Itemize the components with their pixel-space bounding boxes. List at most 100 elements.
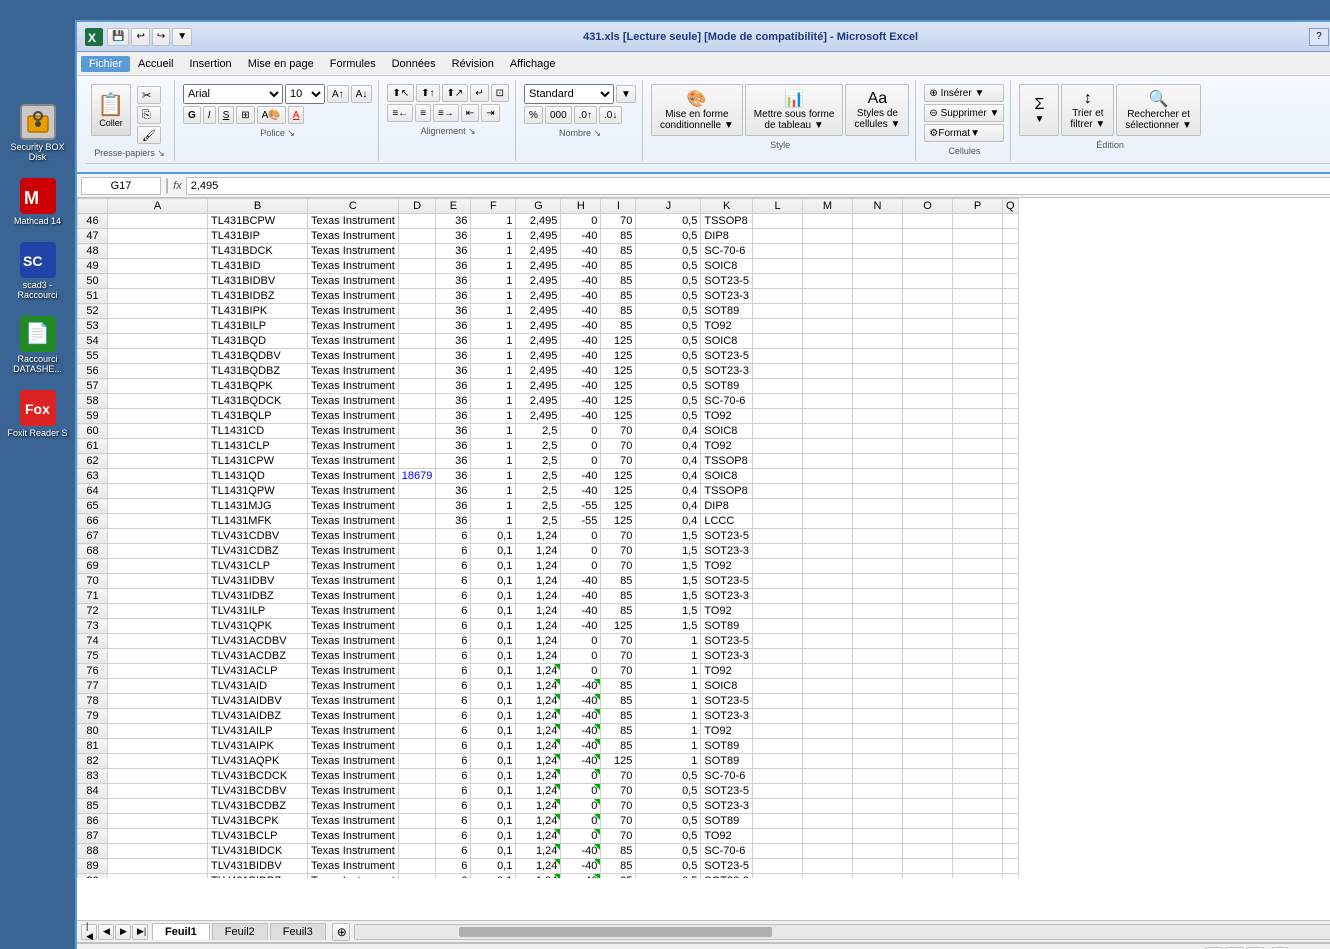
cell-i[interactable]: 85 bbox=[601, 739, 636, 754]
styles-button[interactable]: Aa Styles de cellules ▼ bbox=[845, 84, 909, 136]
cell-voltage[interactable]: 36 bbox=[436, 334, 471, 349]
copier-button[interactable]: ⎘ bbox=[137, 106, 161, 124]
cell-empty[interactable] bbox=[953, 454, 1003, 469]
cell-f[interactable]: 1 bbox=[471, 274, 516, 289]
cell-h[interactable]: 0 bbox=[561, 214, 601, 229]
cell-part-number[interactable]: TLV431BIDBZ bbox=[208, 874, 308, 879]
cell-empty[interactable] bbox=[753, 799, 803, 814]
cell-j[interactable]: 0,5 bbox=[636, 349, 701, 364]
cell-empty[interactable] bbox=[853, 349, 903, 364]
cell-j[interactable]: 0,5 bbox=[636, 394, 701, 409]
cell-empty[interactable] bbox=[1003, 499, 1019, 514]
cell-empty[interactable] bbox=[903, 559, 953, 574]
cell-empty[interactable] bbox=[753, 214, 803, 229]
cell-part-number[interactable]: TL431BIDBV bbox=[208, 274, 308, 289]
cell-g[interactable]: 2,5 bbox=[516, 424, 561, 439]
cell-empty[interactable] bbox=[953, 859, 1003, 874]
cell-empty[interactable] bbox=[903, 529, 953, 544]
cell-manufacturer[interactable]: Texas Instrument bbox=[308, 244, 399, 259]
cell-manufacturer[interactable]: Texas Instrument bbox=[308, 574, 399, 589]
cell-empty[interactable] bbox=[903, 439, 953, 454]
cell-empty[interactable] bbox=[853, 559, 903, 574]
cell-f[interactable]: 1 bbox=[471, 214, 516, 229]
cell-manufacturer[interactable]: Texas Instrument bbox=[308, 424, 399, 439]
cell-h[interactable]: 0 bbox=[561, 799, 601, 814]
cell-empty[interactable] bbox=[903, 394, 953, 409]
cell-g[interactable]: 1,24 bbox=[516, 874, 561, 879]
cell-manufacturer[interactable]: Texas Instrument bbox=[308, 784, 399, 799]
cell-part-number[interactable]: TL1431MFK bbox=[208, 514, 308, 529]
cell-i[interactable]: 85 bbox=[601, 244, 636, 259]
cell-f[interactable]: 1 bbox=[471, 439, 516, 454]
cell-empty[interactable] bbox=[853, 724, 903, 739]
cell-empty[interactable] bbox=[853, 589, 903, 604]
cell-d[interactable] bbox=[398, 694, 436, 709]
cell-part-number[interactable]: TL431BID bbox=[208, 259, 308, 274]
cell-g[interactable]: 2,495 bbox=[516, 274, 561, 289]
cell-part-number[interactable]: TL431BQDBV bbox=[208, 349, 308, 364]
cell-manufacturer[interactable]: Texas Instrument bbox=[308, 694, 399, 709]
mathcad-icon[interactable]: M Mathcad 14 bbox=[0, 174, 75, 230]
cell-part-number[interactable]: TLV431BCPK bbox=[208, 814, 308, 829]
cell-i[interactable]: 85 bbox=[601, 604, 636, 619]
cell-part-number[interactable]: TLV431IDBV bbox=[208, 574, 308, 589]
cell-part-number[interactable]: TLV431BIDCK bbox=[208, 844, 308, 859]
cell-empty[interactable] bbox=[1003, 319, 1019, 334]
cell-g[interactable]: 2,495 bbox=[516, 349, 561, 364]
cell-i[interactable]: 70 bbox=[601, 529, 636, 544]
cell-part-number[interactable]: TLV431ILP bbox=[208, 604, 308, 619]
cell-package[interactable]: SOT23-5 bbox=[701, 694, 753, 709]
cell-voltage[interactable]: 36 bbox=[436, 394, 471, 409]
cell-part-number[interactable]: TLV431CLP bbox=[208, 559, 308, 574]
cell-empty[interactable] bbox=[753, 259, 803, 274]
cell-voltage[interactable]: 36 bbox=[436, 439, 471, 454]
cell-empty[interactable] bbox=[803, 334, 853, 349]
col-header-B[interactable]: B bbox=[208, 199, 308, 214]
cell-empty[interactable] bbox=[1003, 874, 1019, 879]
cell-j[interactable]: 0,5 bbox=[636, 844, 701, 859]
menu-donnees[interactable]: Données bbox=[384, 56, 444, 72]
cell-package[interactable]: SOT23-5 bbox=[701, 349, 753, 364]
cell-h[interactable]: -40 bbox=[561, 409, 601, 424]
cell-empty[interactable] bbox=[853, 409, 903, 424]
cell-i[interactable]: 125 bbox=[601, 619, 636, 634]
trier-button[interactable]: ↕ Trier et filtrer ▼ bbox=[1061, 84, 1114, 136]
cell-empty[interactable] bbox=[1003, 814, 1019, 829]
cell-part-number[interactable]: TL431BQDCK bbox=[208, 394, 308, 409]
cell-a[interactable] bbox=[108, 379, 208, 394]
cell-j[interactable]: 0,5 bbox=[636, 769, 701, 784]
cell-empty[interactable] bbox=[753, 439, 803, 454]
col-header-G[interactable]: G bbox=[516, 199, 561, 214]
cell-voltage[interactable]: 36 bbox=[436, 424, 471, 439]
cell-manufacturer[interactable]: Texas Instrument bbox=[308, 334, 399, 349]
cell-part-number[interactable]: TL1431QPW bbox=[208, 484, 308, 499]
cell-package[interactable]: SOT89 bbox=[701, 619, 753, 634]
cell-i[interactable]: 85 bbox=[601, 319, 636, 334]
cell-part-number[interactable]: TL431BQLP bbox=[208, 409, 308, 424]
cell-package[interactable]: SOIC8 bbox=[701, 679, 753, 694]
cell-empty[interactable] bbox=[853, 679, 903, 694]
cell-h[interactable]: -40 bbox=[561, 244, 601, 259]
cell-empty[interactable] bbox=[903, 859, 953, 874]
cell-empty[interactable] bbox=[803, 469, 853, 484]
cell-empty[interactable] bbox=[903, 544, 953, 559]
cell-h[interactable]: -40 bbox=[561, 259, 601, 274]
cell-empty[interactable] bbox=[903, 739, 953, 754]
cell-empty[interactable] bbox=[953, 634, 1003, 649]
cell-g[interactable]: 1,24 bbox=[516, 829, 561, 844]
cell-voltage[interactable]: 36 bbox=[436, 319, 471, 334]
cell-a[interactable] bbox=[108, 619, 208, 634]
font-name-select[interactable]: Arial bbox=[183, 84, 283, 104]
cell-voltage[interactable]: 6 bbox=[436, 829, 471, 844]
cell-f[interactable]: 0,1 bbox=[471, 604, 516, 619]
cell-g[interactable]: 1,24 bbox=[516, 679, 561, 694]
cell-voltage[interactable]: 6 bbox=[436, 649, 471, 664]
cell-f[interactable]: 0,1 bbox=[471, 589, 516, 604]
cell-voltage[interactable]: 6 bbox=[436, 604, 471, 619]
cell-j[interactable]: 0,4 bbox=[636, 484, 701, 499]
cell-part-number[interactable]: TLV431AID bbox=[208, 679, 308, 694]
cell-empty[interactable] bbox=[853, 769, 903, 784]
cell-a[interactable] bbox=[108, 424, 208, 439]
cell-empty[interactable] bbox=[903, 274, 953, 289]
cell-empty[interactable] bbox=[803, 724, 853, 739]
